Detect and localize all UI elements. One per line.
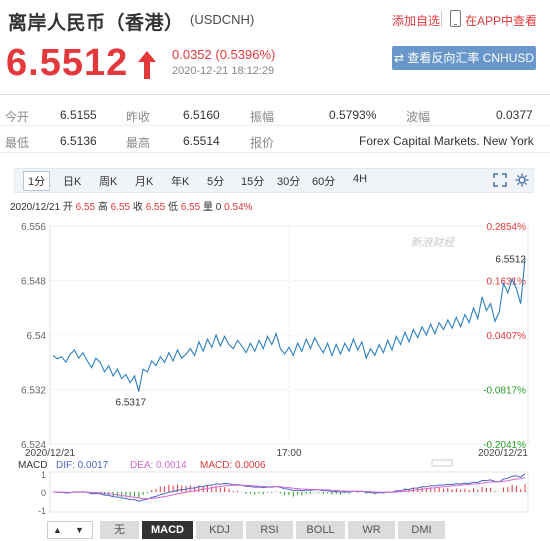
macd-dea-line [52,477,526,500]
view-in-app-link[interactable]: 在APP中查看 [465,12,537,29]
stat-quote-label: 报价 [250,136,275,150]
stat-low-value: 6.5136 [60,134,97,148]
indicator-tab-wr[interactable]: WR [348,521,396,539]
stat-prev-value: 6.5160 [183,108,220,122]
macd-dea-label: DEA: 0.0014 [130,460,187,471]
stat-wave-value: 0.0377 [496,108,533,122]
settings-icon[interactable] [515,173,529,187]
y-tick-label: 6.532 [21,386,46,397]
nav-up-arrow[interactable]: ▲ [53,525,62,535]
y-tick-label: 6.548 [21,277,46,288]
low-annotation: 6.5317 [116,398,147,409]
quote-timestamp: 2020-12-21 18:12:29 [172,65,275,77]
divider [0,94,550,95]
tab-15min[interactable]: 15分 [241,173,264,189]
pct-tick-label: 0.2854% [487,222,527,233]
stat-quote-source: Forex Capital Markets. New York [359,134,534,148]
stat-high-label: 最高 [126,136,151,150]
header-divider [441,11,442,27]
x-tick-label: 17:00 [276,448,301,459]
fullscreen-icon[interactable] [493,173,507,187]
tab-monthly-k[interactable]: 月K [135,173,153,189]
tab-4h[interactable]: 4H [353,173,367,185]
indicator-tab-dmi[interactable]: DMI [398,521,446,539]
stat-open-label: 今开 [5,110,30,124]
tab-1min[interactable]: 1分 [23,171,51,191]
stat-amp-value: 0.5793% [329,108,377,122]
period-toolbar: 1分 日K 周K 月K 年K 5分 15分 30分 60分 4H [14,168,534,193]
tab-60min[interactable]: 60分 [312,173,335,189]
pct-tick-label: 0.0407% [487,331,527,342]
macd-y-tick: 1 [41,470,46,480]
watermark: 新浪财经 [410,236,455,249]
page-title: 离岸人民币（香港） [8,13,184,34]
indicator-tab-rsi[interactable]: RSI [246,521,294,539]
row-divider [0,125,550,126]
macd-dif-label: DIF: 0.0017 [56,460,109,471]
stat-wave-label: 波幅 [406,110,431,124]
stat-prev-label: 昨收 [126,110,151,124]
tab-weekly-k[interactable]: 周K [99,173,117,189]
reverse-rate-label: 查看反向汇率 CNHUSD [407,51,535,65]
indicator-nav: ▲ ▼ [47,521,93,539]
indicator-tab-kdj[interactable]: KDJ [196,521,244,539]
reverse-rate-button[interactable]: ⇄ 查看反向汇率 CNHUSD [392,46,536,70]
indicator-tab-none[interactable]: 无 [100,521,140,539]
macd-y-tick: -1 [38,506,46,516]
macd-value-label: MACD: 0.0006 [200,460,266,471]
current-price: 6.5512 [6,42,129,84]
row-divider [0,152,550,153]
phone-icon [450,10,461,27]
stat-high-value: 6.5514 [183,134,220,148]
pct-tick-label: 0.1631% [487,277,527,288]
y-tick-label: 6.54 [27,331,47,342]
macd-y-tick: 0 [41,488,46,498]
up-arrow-icon [138,51,156,79]
x-tick-label: 2020/12/21 [478,448,528,459]
add-favorite-link[interactable]: 添加自选 [392,12,440,29]
x-tick-label: 2020/12/21 [25,448,75,459]
swap-icon: ⇄ [393,51,408,65]
tab-daily-k[interactable]: 日K [63,173,81,189]
indicator-tab-macd[interactable]: MACD [142,521,194,539]
stat-low-label: 最低 [5,136,30,150]
nav-down-arrow[interactable]: ▼ [75,525,84,535]
price-chart[interactable]: 6.5566.5486.546.5326.5240.2854%0.1631%0.… [0,210,550,520]
tab-30min[interactable]: 30分 [277,173,300,189]
tab-5min[interactable]: 5分 [207,173,224,189]
price-change: 0.0352 (0.5396%) [172,47,276,62]
stat-amp-label: 振幅 [250,110,275,124]
pct-tick-label: -0.0817% [483,386,526,397]
tab-yearly-k[interactable]: 年K [171,173,189,189]
y-tick-label: 6.556 [21,222,46,233]
last-price-annotation: 6.5512 [495,255,526,266]
indicator-tab-boll[interactable]: BOLL [296,521,346,539]
chart-scroll-handle [431,459,453,467]
stat-open-value: 6.5155 [60,108,97,122]
symbol-code: (USDCNH) [190,12,255,27]
